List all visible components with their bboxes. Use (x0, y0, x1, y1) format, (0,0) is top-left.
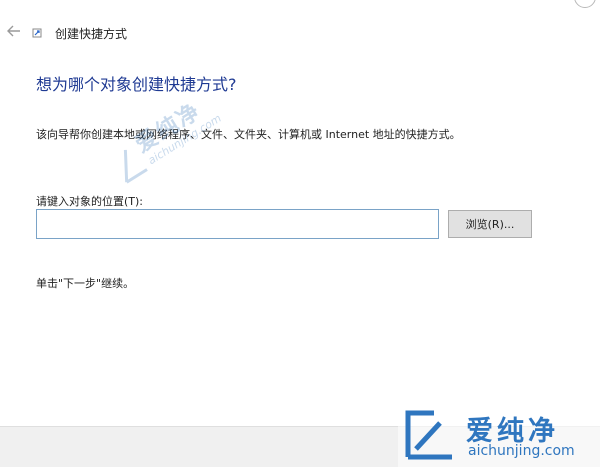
back-button[interactable] (4, 20, 24, 42)
window-title: 创建快捷方式 (55, 27, 128, 41)
title-bar: 创建快捷方式 (0, 18, 600, 46)
watermark-brand-url: aichunjing.com (468, 443, 575, 459)
watermark-corner: 爱纯净 aichunjing.com (398, 403, 600, 467)
watermark-logo-icon (405, 410, 452, 460)
back-arrow-icon (7, 25, 20, 37)
shortcut-wizard-icon (32, 28, 42, 38)
next-hint-text: 单击"下一步"继续。 (36, 277, 135, 290)
close-button-edge[interactable] (574, 0, 596, 8)
browse-button[interactable]: 浏览(R)... (448, 210, 532, 238)
location-input[interactable] (36, 209, 439, 239)
